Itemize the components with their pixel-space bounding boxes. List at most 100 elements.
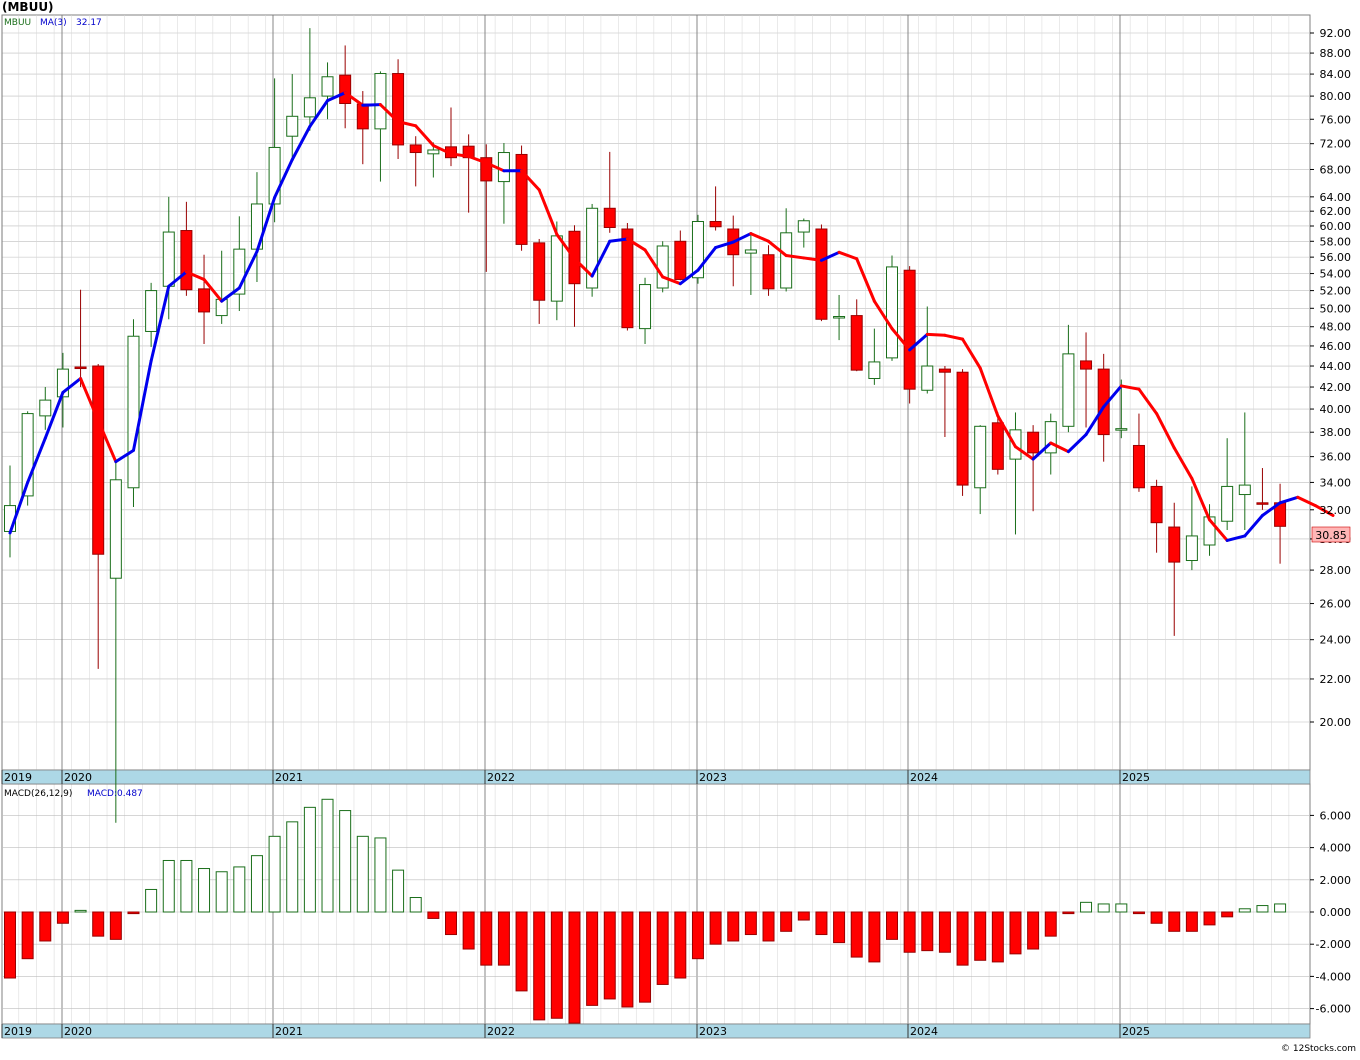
candle-down [1132,444,1145,489]
price-tick-label: 84.00 [1320,68,1352,81]
macd-bar-negative [674,911,687,979]
price-tick-label: 46.00 [1320,340,1352,353]
candle-up [321,76,334,97]
macd-bar-negative [1062,911,1075,915]
price-year-band [1,769,1311,785]
macd-bar-positive [215,871,228,913]
macd-bar-negative [4,911,16,979]
price-tick-label: 88.00 [1320,47,1352,60]
price-tick-label: 20.00 [1320,716,1352,729]
macd-bar-negative [762,911,775,942]
chart-title: (MBUU) [2,0,54,14]
year-label: 2023 [699,771,727,784]
macd-bar-negative [797,911,810,921]
macd-bar-positive [1238,908,1251,913]
macd-legend-label: MACD(26,12,9) [4,789,72,799]
price-tick-label: 38.00 [1320,426,1352,439]
candle-up [303,97,316,118]
candle-up [39,399,52,417]
macd-bar-negative [1185,911,1198,932]
macd-bar-negative [780,911,793,932]
macd-bar-positive [321,798,334,913]
macd-bar-negative [462,911,475,950]
candle-up [780,232,793,289]
candle-down [850,315,863,371]
macd-bar-negative [427,911,440,919]
price-tick-label: 76.00 [1320,113,1352,126]
year-label: 2019 [4,1025,32,1038]
price-tick-label: 26.00 [1320,598,1352,611]
price-tick-label: 22.00 [1320,673,1352,686]
price-tick-label: 42.00 [1320,381,1352,394]
macd-bar-negative [903,911,916,953]
macd-bar-negative [815,911,828,936]
price-tick-label: 24.00 [1320,634,1352,647]
macd-bar-negative [709,911,722,945]
macd-bar-negative [974,911,987,961]
macd-bar-negative [868,911,881,963]
candle-down [356,103,369,130]
price-tick-label: 50.00 [1320,302,1352,315]
price-tick-label: 56.00 [1320,251,1352,264]
macd-tick-label: 4.000 [1320,842,1352,855]
candle-down [198,288,211,313]
macd-bar-positive [250,855,263,913]
macd-bar-negative [568,911,581,1024]
year-label: 2024 [910,771,938,784]
footer-copyright: © 12Stocks.com [1281,1044,1356,1054]
macd-bar-negative [533,911,546,1021]
macd-bar-negative [550,911,563,1019]
price-tick-label: 92.00 [1320,27,1352,40]
candle-down [1027,431,1040,454]
macd-tick-label: 0.000 [1320,906,1352,919]
price-tick-label: 36.00 [1320,451,1352,464]
candle-up [427,149,440,155]
candle-down [991,422,1004,470]
macd-tick-label: -4.000 [1316,970,1351,983]
macd-bar-negative [109,911,122,940]
year-label: 2022 [487,771,515,784]
macd-bar-positive [339,810,352,913]
chart-svg: 2019 2020 2021 2022 2023 2024 2025 2019 2020 2021… [0,0,1360,1056]
macd-bar-positive [303,806,316,913]
macd-bar-positive [74,909,87,913]
macd-bar-negative [656,911,669,985]
macd-bar-negative [1132,911,1145,915]
year-label: 2021 [275,771,303,784]
price-tick-label: 62.00 [1320,205,1352,218]
price-tick-label: 80.00 [1320,90,1352,103]
macd-bar-negative [727,911,740,942]
macd-bar-negative [991,911,1004,963]
chart-canvas: 2019 2020 2021 2022 2023 2024 2025 2019 2020 2021… [0,0,1360,1056]
candle-up [1221,485,1234,522]
year-label: 2022 [487,1025,515,1038]
macd-bar-negative [691,911,704,960]
macd-bar-negative [956,911,969,966]
ma-segment [925,332,947,337]
candle-up [1115,428,1128,431]
macd-bar-negative [586,911,599,1006]
macd-bar-positive [268,835,281,913]
candle-up [656,245,669,289]
candle-up [374,73,387,130]
year-label: 2023 [699,1025,727,1038]
price-tick-label: 28.00 [1320,564,1352,577]
candle-up [833,316,846,319]
year-label: 2025 [1122,1025,1150,1038]
macd-tick-label: -6.000 [1316,1003,1351,1016]
macd-bar-negative [445,911,457,936]
candle-up [127,335,140,489]
macd-bar-negative [886,911,898,940]
candle-up [1238,484,1251,496]
macd-bar-negative [1009,911,1022,955]
macd-bar-negative [921,911,934,952]
price-tick-label: 60.00 [1320,220,1352,233]
macd-bar-positive [392,869,405,913]
price-tick-label: 32.00 [1320,504,1352,517]
macd-bar-negative [1044,911,1057,937]
macd-bar-positive [374,837,387,913]
price-tick-label: 52.00 [1320,285,1352,298]
year-label: 2024 [910,1025,938,1038]
macd-bar-positive [162,859,175,913]
candle-down [815,228,828,320]
